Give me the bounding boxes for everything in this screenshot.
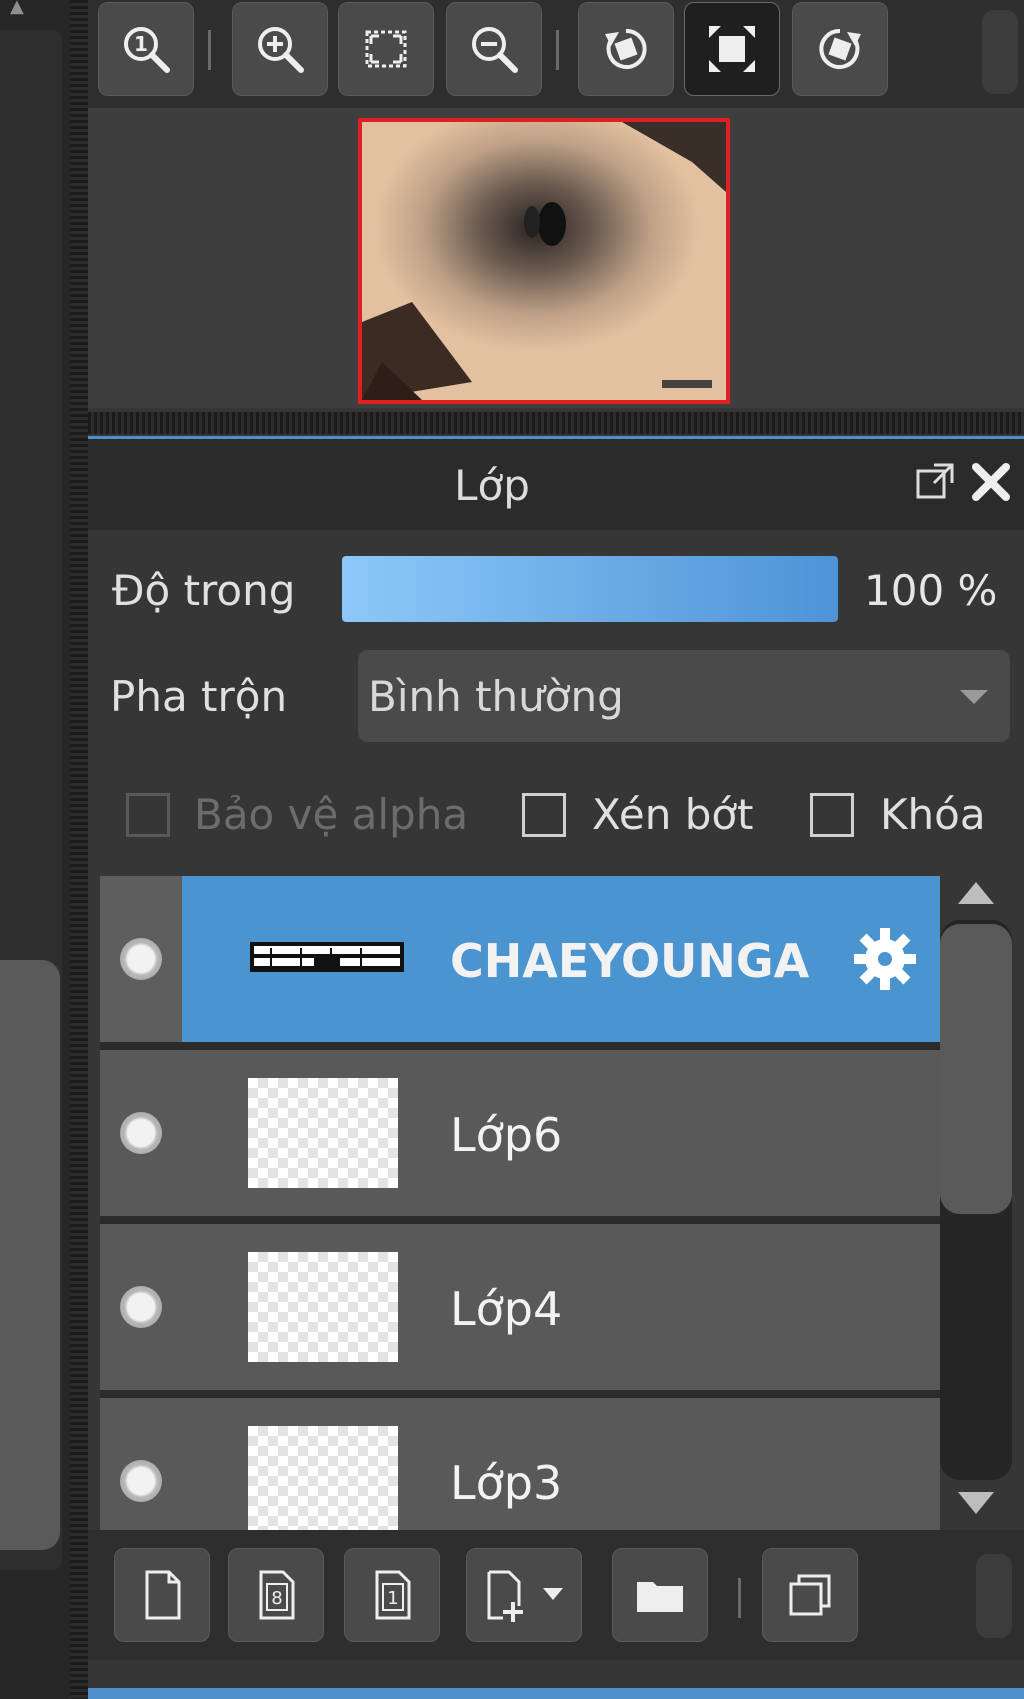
new-8bit-layer-icon: 8 — [259, 1570, 295, 1620]
blend-mode-select[interactable]: Bình thường — [358, 650, 1010, 742]
layer-row[interactable]: Lớp6 — [100, 1050, 940, 1220]
new-folder-icon — [637, 1582, 683, 1612]
close-icon[interactable] — [968, 459, 1014, 505]
new-layer-button[interactable] — [114, 1548, 210, 1642]
navigator-view-frame[interactable] — [358, 118, 730, 404]
new-layer-icon — [145, 1570, 181, 1620]
toolbar-separator — [556, 30, 559, 70]
layer-row[interactable]: Lớp4 — [100, 1224, 940, 1394]
layer-row[interactable]: CHAEYOUNGA — [100, 876, 940, 1046]
layer-name[interactable]: CHAEYOUNGA — [450, 934, 809, 988]
navigator-toolbar: 1 — [88, 0, 1024, 108]
visibility-toggle-icon[interactable] — [120, 1460, 162, 1502]
layer-panel: 1 Lớp Độ trong 100 % Pha trộn Bình thườn… — [88, 0, 1024, 1699]
layer-thumbnail — [248, 1252, 398, 1362]
layer-name[interactable]: Lớp4 — [450, 1282, 562, 1336]
left-scrollbar[interactable]: ▲ — [0, 0, 70, 1699]
layer-name[interactable]: Lớp6 — [450, 1108, 562, 1162]
layer-thumbnail — [248, 1078, 398, 1188]
scroll-thumb[interactable] — [0, 960, 60, 1550]
panel-title: Lớp — [454, 461, 530, 510]
toolbar-separator — [738, 1578, 741, 1618]
panel-splitter-horizontal[interactable] — [88, 412, 1024, 434]
visibility-column — [100, 876, 182, 1042]
rotate-right-button[interactable] — [792, 2, 888, 96]
visibility-column — [100, 1398, 182, 1530]
canvas-thumbnail — [362, 122, 726, 400]
fullscreen-icon — [709, 26, 755, 72]
layer-panel-header: Lớp — [88, 436, 1024, 530]
lock-label: Khóa — [880, 790, 986, 839]
protect-alpha-label: Bảo vệ alpha — [194, 790, 469, 839]
panel-splitter[interactable] — [70, 0, 88, 1699]
add-layer-menu-button[interactable] — [466, 1548, 582, 1642]
panel-bottom-accent — [88, 1688, 1024, 1699]
blend-mode-value: Bình thường — [368, 672, 624, 721]
new-8bit-layer-button[interactable]: 8 — [228, 1548, 324, 1642]
layer-thumbnail — [248, 1426, 398, 1530]
layer-actions-toolbar: 8 1 — [88, 1530, 1024, 1660]
undock-icon[interactable] — [912, 459, 958, 505]
visibility-toggle-icon[interactable] — [120, 938, 162, 980]
svg-text:8: 8 — [271, 1588, 282, 1609]
new-1bit-layer-button[interactable]: 1 — [344, 1548, 440, 1642]
fullscreen-button[interactable] — [684, 2, 780, 96]
svg-text:1: 1 — [134, 32, 148, 56]
fit-to-window-button[interactable] — [338, 2, 434, 96]
scroll-up-arrow-icon[interactable]: ▲ — [10, 0, 38, 16]
clip-checkbox[interactable] — [522, 793, 566, 837]
fit-to-window-icon — [365, 30, 407, 68]
zoom-actual-size-icon: 1 — [124, 27, 170, 73]
chevron-down-icon — [960, 690, 988, 704]
opacity-slider[interactable] — [342, 556, 838, 622]
protect-alpha-checkbox[interactable] — [126, 793, 170, 837]
visibility-column — [100, 1224, 182, 1390]
clip-label: Xén bớt — [592, 790, 754, 839]
navigator-preview[interactable] — [88, 108, 1024, 408]
duplicate-layer-icon — [789, 1574, 831, 1616]
toolbar-grip[interactable] — [982, 10, 1018, 94]
toolbar-grip[interactable] — [976, 1554, 1012, 1638]
lock-checkbox[interactable] — [810, 793, 854, 837]
zoom-in-button[interactable] — [232, 2, 328, 96]
layer-thumbnail — [250, 942, 404, 972]
opacity-value: 100 % — [864, 566, 998, 615]
visibility-column — [100, 1050, 182, 1216]
layer-row[interactable]: Lớp3 — [100, 1398, 940, 1530]
scroll-down-icon[interactable] — [958, 1492, 994, 1514]
layer-list[interactable]: CHAEYOUNGA Lớp6 Lớp4 Lớp3 — [100, 876, 940, 1530]
zoom-in-icon — [258, 27, 304, 73]
rotate-left-button[interactable] — [578, 2, 674, 96]
rotate-left-icon — [605, 28, 647, 69]
zoom-out-icon — [472, 27, 518, 73]
layer-list-scrollbar[interactable] — [934, 876, 1014, 1536]
toolbar-separator — [208, 30, 211, 70]
zoom-actual-size-button[interactable]: 1 — [98, 2, 194, 96]
visibility-toggle-icon[interactable] — [120, 1112, 162, 1154]
layer-name[interactable]: Lớp3 — [450, 1456, 562, 1510]
visibility-toggle-icon[interactable] — [120, 1286, 162, 1328]
svg-text:1: 1 — [387, 1588, 398, 1609]
opacity-slider-fill — [342, 556, 838, 622]
rotate-right-icon — [819, 28, 861, 69]
new-folder-button[interactable] — [612, 1548, 708, 1642]
opacity-label: Độ trong — [112, 566, 296, 615]
gear-icon — [854, 928, 916, 990]
duplicate-layer-button[interactable] — [762, 1548, 858, 1642]
zoom-out-button[interactable] — [446, 2, 542, 96]
new-1bit-layer-icon: 1 — [375, 1570, 411, 1620]
add-layer-menu-icon — [487, 1570, 563, 1622]
blend-mode-label: Pha trộn — [110, 672, 288, 721]
scroll-thumb[interactable] — [940, 924, 1012, 1214]
scroll-up-icon[interactable] — [958, 882, 994, 904]
